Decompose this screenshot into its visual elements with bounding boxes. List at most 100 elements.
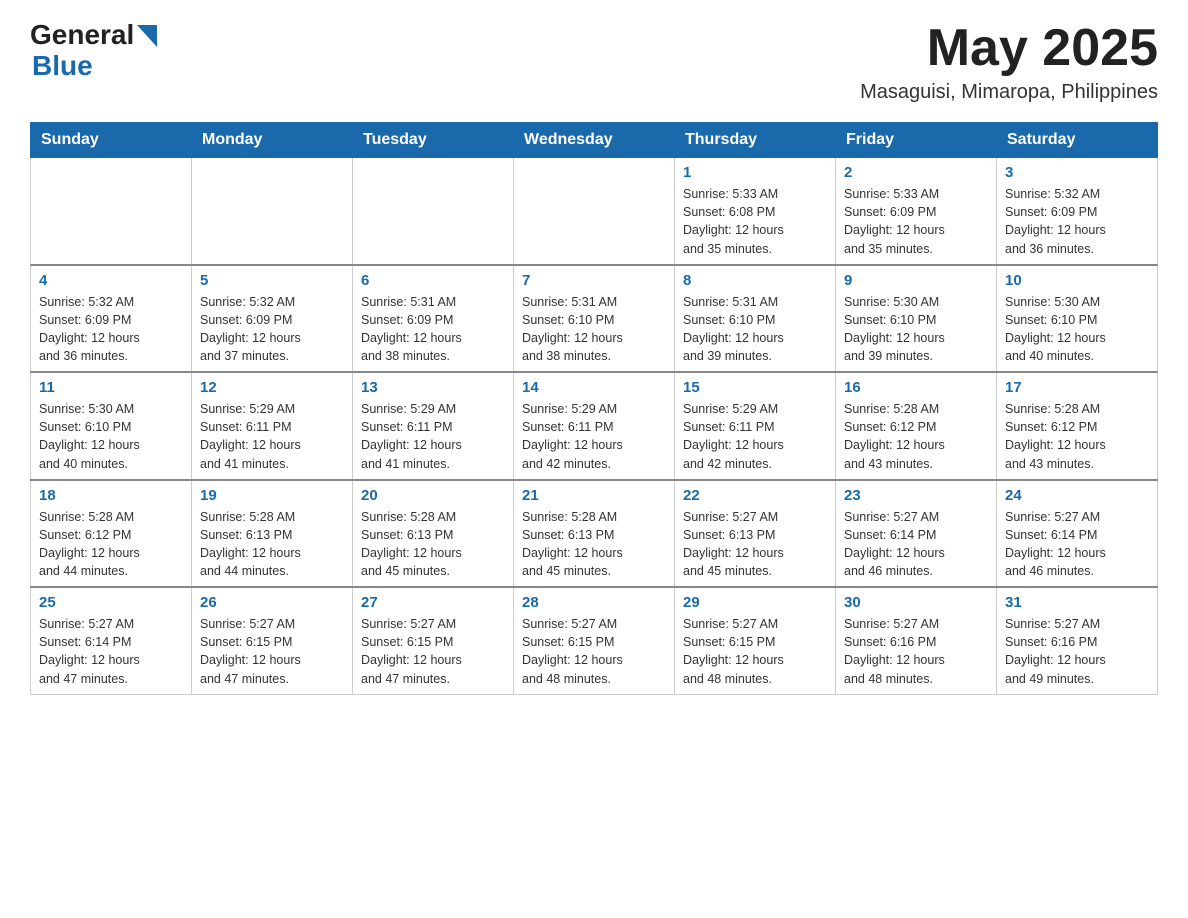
weekday-header-tuesday: Tuesday: [353, 123, 514, 158]
calendar-cell: 28 Sunrise: 5:27 AMSunset: 6:15 PMDayligh…: [514, 587, 675, 694]
day-number: 7: [522, 272, 666, 289]
day-info: Sunrise: 5:31 AMSunset: 6:09 PMDaylight:…: [361, 293, 505, 366]
calendar-cell: 14 Sunrise: 5:29 AMSunset: 6:11 PMDayligh…: [514, 372, 675, 480]
day-number: 13: [361, 379, 505, 396]
calendar-cell: 30Sunrise: 5:27 AMSunset: 6:16 PMDayligh…: [836, 587, 997, 694]
calendar-cell: [353, 158, 514, 265]
day-info: Sunrise: 5:27 AMSunset: 6:14 PMDaylight:…: [844, 508, 988, 581]
logo: General Blue: [30, 20, 157, 82]
day-info: Sunrise: 5:29 AMSunset: 6:11 PMDaylight:…: [522, 400, 666, 473]
month-title: May 2025: [860, 20, 1158, 77]
day-info: Sunrise: 5:27 AMSunset: 6:15 PMDaylight:…: [361, 615, 505, 688]
day-info: Sunrise: 5:27 AMSunset: 6:15 PMDaylight:…: [522, 615, 666, 688]
calendar-cell: 20Sunrise: 5:28 AMSunset: 6:13 PMDayligh…: [353, 480, 514, 588]
calendar-week-row: 25 Sunrise: 5:27 AMSunset: 6:14 PMDayligh…: [31, 587, 1158, 694]
calendar-cell: 22 Sunrise: 5:27 AMSunset: 6:13 PMDayligh…: [675, 480, 836, 588]
day-info: Sunrise: 5:27 AMSunset: 6:14 PMDaylight:…: [39, 615, 183, 688]
calendar-cell: 3 Sunrise: 5:32 AMSunset: 6:09 PMDaylight…: [997, 158, 1158, 265]
calendar-cell: 1 Sunrise: 5:33 AMSunset: 6:08 PMDaylight…: [675, 158, 836, 265]
day-info: Sunrise: 5:31 AMSunset: 6:10 PMDaylight:…: [522, 293, 666, 366]
calendar-table: SundayMondayTuesdayWednesdayThursdayFrid…: [30, 122, 1158, 695]
day-number: 27: [361, 594, 505, 611]
calendar-cell: 2 Sunrise: 5:33 AMSunset: 6:09 PMDaylight…: [836, 158, 997, 265]
calendar-cell: 8Sunrise: 5:31 AMSunset: 6:10 PMDaylight…: [675, 265, 836, 373]
calendar-cell: 26Sunrise: 5:27 AMSunset: 6:15 PMDayligh…: [192, 587, 353, 694]
day-info: Sunrise: 5:27 AMSunset: 6:15 PMDaylight:…: [683, 615, 827, 688]
weekday-header-friday: Friday: [836, 123, 997, 158]
day-number: 22: [683, 487, 827, 504]
location-subtitle: Masaguisi, Mimaropa, Philippines: [860, 81, 1158, 104]
calendar-cell: 21 Sunrise: 5:28 AMSunset: 6:13 PMDayligh…: [514, 480, 675, 588]
day-number: 25: [39, 594, 183, 611]
calendar-cell: 23 Sunrise: 5:27 AMSunset: 6:14 PMDayligh…: [836, 480, 997, 588]
day-info: Sunrise: 5:27 AMSunset: 6:14 PMDaylight:…: [1005, 508, 1149, 581]
day-info: Sunrise: 5:30 AMSunset: 6:10 PMDaylight:…: [844, 293, 988, 366]
day-number: 5: [200, 272, 344, 289]
day-info: Sunrise: 5:28 AMSunset: 6:12 PMDaylight:…: [844, 400, 988, 473]
day-info: Sunrise: 5:29 AMSunset: 6:11 PMDaylight:…: [683, 400, 827, 473]
day-number: 1: [683, 164, 827, 181]
calendar-cell: [192, 158, 353, 265]
day-info: Sunrise: 5:33 AMSunset: 6:08 PMDaylight:…: [683, 185, 827, 258]
calendar-cell: [31, 158, 192, 265]
day-number: 31: [1005, 594, 1149, 611]
calendar-cell: 11Sunrise: 5:30 AMSunset: 6:10 PMDayligh…: [31, 372, 192, 480]
day-number: 18: [39, 487, 183, 504]
day-number: 8: [683, 272, 827, 289]
calendar-cell: 18Sunrise: 5:28 AMSunset: 6:12 PMDayligh…: [31, 480, 192, 588]
day-info: Sunrise: 5:27 AMSunset: 6:16 PMDaylight:…: [1005, 615, 1149, 688]
day-info: Sunrise: 5:29 AMSunset: 6:11 PMDaylight:…: [200, 400, 344, 473]
day-info: Sunrise: 5:32 AMSunset: 6:09 PMDaylight:…: [200, 293, 344, 366]
calendar-cell: 17Sunrise: 5:28 AMSunset: 6:12 PMDayligh…: [997, 372, 1158, 480]
day-info: Sunrise: 5:28 AMSunset: 6:13 PMDaylight:…: [361, 508, 505, 581]
day-number: 14: [522, 379, 666, 396]
calendar-week-row: 11Sunrise: 5:30 AMSunset: 6:10 PMDayligh…: [31, 372, 1158, 480]
weekday-header-saturday: Saturday: [997, 123, 1158, 158]
calendar-cell: 4Sunrise: 5:32 AMSunset: 6:09 PMDaylight…: [31, 265, 192, 373]
day-info: Sunrise: 5:28 AMSunset: 6:13 PMDaylight:…: [200, 508, 344, 581]
day-number: 15: [683, 379, 827, 396]
calendar-cell: 13 Sunrise: 5:29 AMSunset: 6:11 PMDayligh…: [353, 372, 514, 480]
day-info: Sunrise: 5:33 AMSunset: 6:09 PMDaylight:…: [844, 185, 988, 258]
calendar-cell: 24 Sunrise: 5:27 AMSunset: 6:14 PMDayligh…: [997, 480, 1158, 588]
day-info: Sunrise: 5:27 AMSunset: 6:15 PMDaylight:…: [200, 615, 344, 688]
day-number: 2: [844, 164, 988, 181]
logo-triangle-icon: [137, 25, 157, 47]
day-info: Sunrise: 5:29 AMSunset: 6:11 PMDaylight:…: [361, 400, 505, 473]
calendar-week-row: 4Sunrise: 5:32 AMSunset: 6:09 PMDaylight…: [31, 265, 1158, 373]
day-number: 3: [1005, 164, 1149, 181]
weekday-header-wednesday: Wednesday: [514, 123, 675, 158]
day-info: Sunrise: 5:28 AMSunset: 6:12 PMDaylight:…: [1005, 400, 1149, 473]
calendar-cell: 12 Sunrise: 5:29 AMSunset: 6:11 PMDayligh…: [192, 372, 353, 480]
day-number: 23: [844, 487, 988, 504]
day-number: 10: [1005, 272, 1149, 289]
logo-general-text: General: [30, 20, 134, 51]
calendar-cell: 15 Sunrise: 5:29 AMSunset: 6:11 PMDayligh…: [675, 372, 836, 480]
weekday-header-sunday: Sunday: [31, 123, 192, 158]
page-header: General Blue May 2025 Masaguisi, Mimarop…: [30, 20, 1158, 104]
day-info: Sunrise: 5:28 AMSunset: 6:13 PMDaylight:…: [522, 508, 666, 581]
day-number: 6: [361, 272, 505, 289]
day-info: Sunrise: 5:27 AMSunset: 6:13 PMDaylight:…: [683, 508, 827, 581]
day-number: 28: [522, 594, 666, 611]
calendar-cell: [514, 158, 675, 265]
day-number: 21: [522, 487, 666, 504]
day-number: 19: [200, 487, 344, 504]
day-number: 16: [844, 379, 988, 396]
logo-blue-text: Blue: [32, 51, 157, 82]
calendar-cell: 9Sunrise: 5:30 AMSunset: 6:10 PMDaylight…: [836, 265, 997, 373]
calendar-cell: 31 Sunrise: 5:27 AMSunset: 6:16 PMDayligh…: [997, 587, 1158, 694]
day-number: 11: [39, 379, 183, 396]
calendar-cell: 19 Sunrise: 5:28 AMSunset: 6:13 PMDayligh…: [192, 480, 353, 588]
calendar-cell: 10Sunrise: 5:30 AMSunset: 6:10 PMDayligh…: [997, 265, 1158, 373]
calendar-cell: 29 Sunrise: 5:27 AMSunset: 6:15 PMDayligh…: [675, 587, 836, 694]
weekday-header-thursday: Thursday: [675, 123, 836, 158]
day-info: Sunrise: 5:32 AMSunset: 6:09 PMDaylight:…: [1005, 185, 1149, 258]
day-number: 12: [200, 379, 344, 396]
day-number: 29: [683, 594, 827, 611]
calendar-cell: 27 Sunrise: 5:27 AMSunset: 6:15 PMDayligh…: [353, 587, 514, 694]
calendar-cell: 6 Sunrise: 5:31 AMSunset: 6:09 PMDaylight…: [353, 265, 514, 373]
weekday-header-row: SundayMondayTuesdayWednesdayThursdayFrid…: [31, 123, 1158, 158]
day-number: 24: [1005, 487, 1149, 504]
day-info: Sunrise: 5:27 AMSunset: 6:16 PMDaylight:…: [844, 615, 988, 688]
